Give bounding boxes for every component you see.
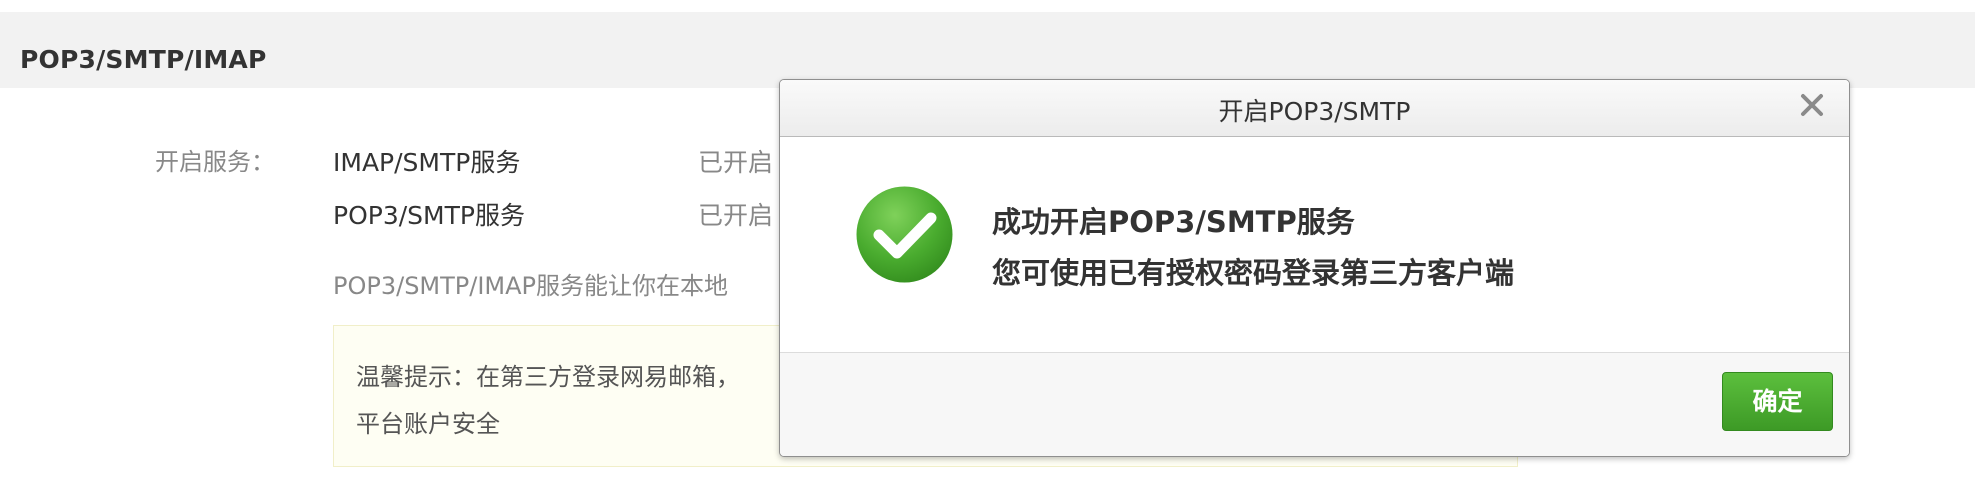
enable-pop3-dialog: 开启POP3/SMTP 成功开启POP3/SMTP服务 您可使用已有授权密码登录…: [779, 79, 1850, 457]
service-status-imap: 已开启: [698, 148, 774, 177]
section-header: POP3/SMTP/IMAP: [0, 12, 1975, 88]
page: POP3/SMTP/IMAP 开启服务： IMAP/SMTP服务 已开启 POP…: [0, 0, 1975, 477]
dialog-message-line-1: 成功开启POP3/SMTP服务: [992, 205, 1355, 239]
services-label: 开启服务：: [155, 148, 275, 176]
dialog-title: 开启POP3/SMTP: [1218, 97, 1411, 126]
confirm-button[interactable]: 确定: [1722, 372, 1833, 431]
tip-line-2: 平台账户安全: [356, 410, 500, 438]
close-icon[interactable]: [1797, 90, 1827, 120]
top-strip: [0, 0, 1975, 12]
success-check-icon: [855, 185, 954, 284]
tip-line-1: 温馨提示：在第三方登录网易邮箱，: [356, 363, 740, 391]
dialog-message-line-2: 您可使用已有授权密码登录第三方客户端: [992, 256, 1515, 290]
section-title: POP3/SMTP/IMAP: [20, 45, 267, 74]
service-name-imap: IMAP/SMTP服务: [333, 148, 521, 177]
service-status-pop3: 已开启: [698, 201, 774, 230]
dialog-footer: [780, 353, 1849, 456]
service-name-pop3: POP3/SMTP服务: [333, 201, 525, 230]
services-description: POP3/SMTP/IMAP服务能让你在本地: [333, 272, 729, 300]
dialog-header: 开启POP3/SMTP: [780, 80, 1849, 137]
